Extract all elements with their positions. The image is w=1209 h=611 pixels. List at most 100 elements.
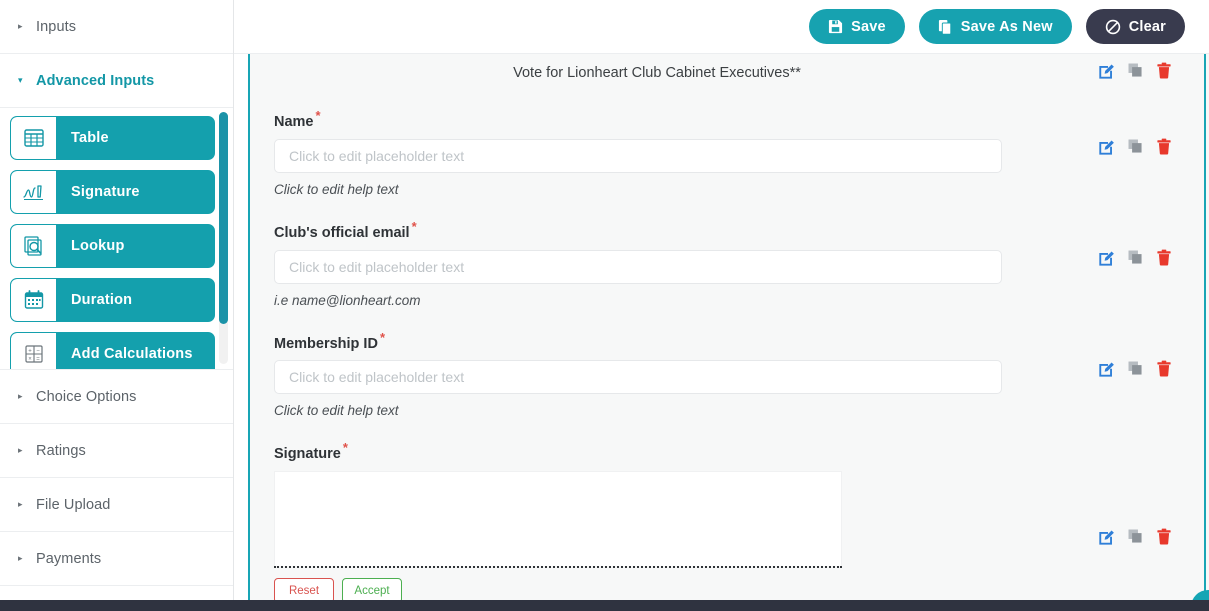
name-input[interactable]: Click to edit placeholder text <box>274 138 1002 173</box>
copy-icon[interactable] <box>1127 62 1144 79</box>
row-actions-membership-id <box>1098 360 1172 377</box>
block-icon <box>1105 19 1121 35</box>
sidebar-section-label: Inputs <box>36 18 77 35</box>
edit-icon[interactable] <box>1098 528 1115 546</box>
copy-icon[interactable] <box>1127 138 1144 155</box>
edit-icon[interactable] <box>1098 138 1115 155</box>
top-toolbar: Save Save As New Clear <box>234 0 1209 54</box>
field-help-text[interactable]: Click to edit help text <box>274 403 1204 418</box>
sidebar-section-label: File Upload <box>36 496 111 513</box>
chevron-right-icon: ▸ <box>18 21 23 31</box>
sidebar-section-media-structure[interactable]: ▸ Media & Structure <box>0 586 233 600</box>
clear-button-label: Clear <box>1128 18 1166 35</box>
bottom-bar <box>0 600 1209 611</box>
membership-id-input[interactable]: Click to edit placeholder text <box>274 360 1002 395</box>
delete-icon[interactable] <box>1156 249 1172 266</box>
field-membership-id: Membership ID * Click to edit placeholder… <box>250 329 1204 418</box>
copy-icon <box>938 19 953 35</box>
sidebar-section-label: Ratings <box>36 442 86 459</box>
svg-text:×: × <box>28 356 32 362</box>
delete-icon[interactable] <box>1156 528 1172 546</box>
field-label: Signature * <box>274 440 348 463</box>
sidebar-section-choice-options[interactable]: ▸ Choice Options <box>0 370 233 424</box>
svg-text:+: + <box>28 349 32 355</box>
canvas-gutter <box>234 54 248 600</box>
save-button-label: Save <box>851 18 886 35</box>
field-signature: Signature * Reset Accept <box>250 440 1204 600</box>
form-preview-card: Vote for Lionheart Club Cabinet Executiv… <box>248 54 1206 600</box>
sidebar-section-label: Payments <box>36 550 102 567</box>
calculator-icon: + − × = <box>11 333 57 369</box>
app-root: ▸ Inputs ▾ Advanced Inputs Table Signatu… <box>0 0 1209 611</box>
field-label: Name * <box>274 108 321 130</box>
sidebar-section-ratings[interactable]: ▸ Ratings <box>0 424 233 478</box>
sidebar-section-file-upload[interactable]: ▸ File Upload <box>0 478 233 532</box>
tool-item-lookup[interactable]: Lookup <box>10 224 215 268</box>
sidebar-section-label: Advanced Inputs <box>36 72 155 89</box>
svg-text:−: − <box>36 349 40 355</box>
advanced-inputs-list: Table Signature Lookup Duration + − × = … <box>0 114 233 369</box>
edit-icon[interactable] <box>1098 360 1115 377</box>
signature-buttons: Reset Accept <box>274 578 1204 600</box>
signature-reset-button[interactable]: Reset <box>274 578 334 600</box>
field-club-email: Club's official email * Click to edit pla… <box>250 219 1204 308</box>
chevron-right-icon: ▸ <box>18 391 23 401</box>
signature-accept-button[interactable]: Accept <box>342 578 402 600</box>
field-label: Club's official email * <box>274 218 417 241</box>
row-actions-signature <box>1098 528 1172 546</box>
field-help-text[interactable]: i.e name@lionheart.com <box>274 293 1204 308</box>
delete-icon[interactable] <box>1156 62 1172 79</box>
tool-item-add-calculations[interactable]: + − × = Add Calculations <box>10 332 215 369</box>
edit-icon[interactable] <box>1098 249 1115 266</box>
required-marker: * <box>342 440 348 456</box>
required-marker: * <box>411 218 417 234</box>
delete-icon[interactable] <box>1156 360 1172 377</box>
svg-text:=: = <box>36 356 40 362</box>
tool-item-table[interactable]: Table <box>10 116 215 160</box>
sidebar-section-inputs[interactable]: ▸ Inputs <box>0 0 233 54</box>
tool-item-label: Signature <box>71 184 140 200</box>
signature-baseline <box>274 566 842 569</box>
signature-pad[interactable] <box>274 471 842 567</box>
form-title: Vote for Lionheart Club Cabinet Executiv… <box>513 65 801 81</box>
save-button[interactable]: Save <box>809 9 905 44</box>
row-actions-name <box>1098 138 1172 155</box>
club-email-input[interactable]: Click to edit placeholder text <box>274 249 1002 284</box>
copy-icon[interactable] <box>1127 528 1144 545</box>
chevron-right-icon: ▸ <box>18 499 23 509</box>
tool-item-signature[interactable]: Signature <box>10 170 215 214</box>
sidebar-section-payments[interactable]: ▸ Payments <box>0 532 233 586</box>
advanced-inputs-scrollbar[interactable] <box>219 112 228 364</box>
required-marker: * <box>379 329 385 345</box>
clear-button[interactable]: Clear <box>1085 9 1185 44</box>
field-help-text[interactable]: Click to edit help text <box>274 182 1204 197</box>
sidebar-section-advanced-inputs[interactable]: ▾ Advanced Inputs <box>0 54 233 108</box>
field-name: Name * Click to edit placeholder text Cli… <box>250 108 1204 197</box>
tool-item-label: Add Calculations <box>71 346 193 362</box>
tool-item-duration[interactable]: Duration <box>10 278 215 322</box>
save-as-new-button-label: Save As New <box>960 18 1053 35</box>
row-actions-club-email <box>1098 249 1172 266</box>
tool-item-label: Table <box>71 130 109 146</box>
chevron-right-icon: ▸ <box>18 553 23 563</box>
copy-icon[interactable] <box>1127 360 1144 377</box>
sidebar: ▸ Inputs ▾ Advanced Inputs Table Signatu… <box>0 0 234 600</box>
delete-icon[interactable] <box>1156 138 1172 155</box>
lookup-icon <box>11 225 57 267</box>
edit-icon[interactable] <box>1098 62 1115 79</box>
save-icon <box>828 19 843 34</box>
required-marker: * <box>315 108 321 123</box>
row-actions-title <box>1098 62 1172 79</box>
calendar-icon <box>11 279 57 321</box>
save-as-new-button[interactable]: Save As New <box>918 9 1072 44</box>
chevron-down-icon: ▾ <box>18 75 23 85</box>
advanced-inputs-panel: Table Signature Lookup Duration + − × = … <box>0 108 233 370</box>
copy-icon[interactable] <box>1127 249 1144 266</box>
sidebar-section-label: Choice Options <box>36 388 137 405</box>
signature-icon <box>11 171 57 213</box>
scrollbar-thumb[interactable] <box>219 112 228 324</box>
table-icon <box>11 117 57 159</box>
field-label: Membership ID * <box>274 329 385 352</box>
tool-item-label: Lookup <box>71 238 125 254</box>
tool-item-label: Duration <box>71 292 133 308</box>
